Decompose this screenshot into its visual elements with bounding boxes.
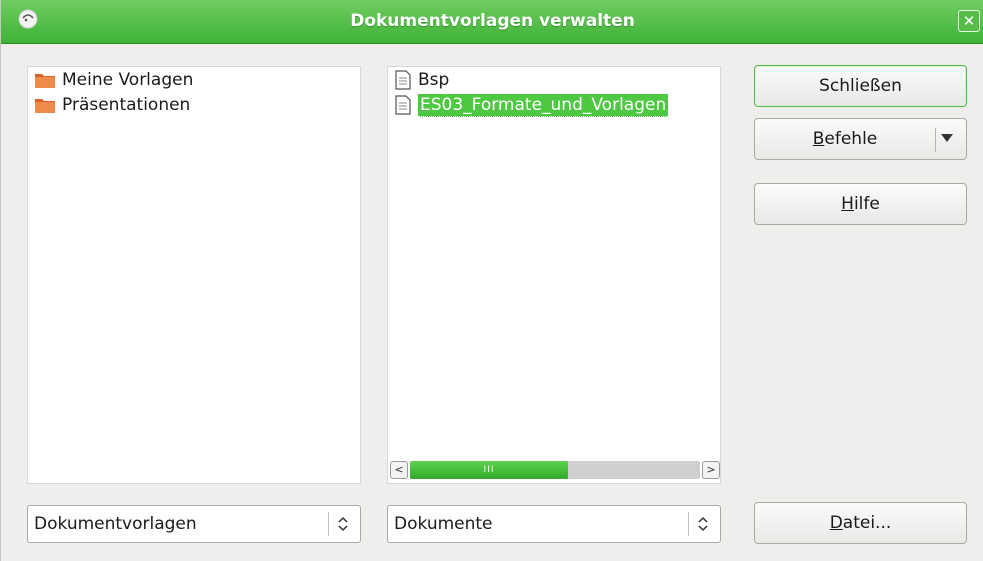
menu-separator [935,128,936,152]
document-icon [395,95,411,115]
file-button[interactable]: Datei... [754,502,967,544]
folder-icon [35,99,55,113]
list-item-label: ES03_Formate_und_Vorlagen [418,93,669,117]
region-type-select[interactable]: Dokumentvorlagen [27,505,361,543]
close-button[interactable]: Schließen [754,65,967,107]
combo-separator [688,512,689,536]
up-down-arrows-icon[interactable] [695,512,711,536]
combo-separator [328,512,329,536]
scroll-left-icon[interactable]: < [390,461,408,479]
commands-button-label: Befehle [812,129,878,149]
close-button-label: Schließen [819,76,902,96]
help-button[interactable]: Hilfe [754,183,967,225]
dialog-window: Dokumentvorlagen verwalten ✕ Meine Vorla… [0,0,983,561]
close-icon[interactable]: ✕ [958,10,980,32]
list-item[interactable]: Meine Vorlagen [34,69,193,91]
file-button-label: Datei... [829,513,892,533]
region-type-value: Dokumentvorlagen [34,514,197,534]
title-bar[interactable]: Dokumentvorlagen verwalten ✕ [1,0,983,44]
list-item-label: Meine Vorlagen [62,70,194,90]
list-item[interactable]: Präsentationen [34,94,190,116]
list-item-selected[interactable]: ES03_Formate_und_Vorlagen [394,93,669,117]
list-item-label: Präsentationen [62,95,191,115]
templates-list[interactable]: Bsp ES03_Formate_und_Vorlagen < III > [387,66,721,484]
list-item[interactable]: Bsp [394,69,449,91]
folder-icon [35,74,55,88]
template-regions-list[interactable]: Meine Vorlagen Präsentationen [27,66,361,484]
document-icon [395,70,411,90]
horizontal-scrollbar[interactable]: < III > [388,459,720,483]
commands-menu-button[interactable]: Befehle [754,118,967,160]
window-title: Dokumentvorlagen verwalten [350,11,635,31]
up-down-arrows-icon[interactable] [335,512,351,536]
scroll-right-icon[interactable]: > [702,461,720,479]
chevron-down-icon[interactable] [941,134,953,142]
help-button-label: Hilfe [841,194,880,214]
list-item-label: Bsp [418,70,450,90]
scroll-thumb[interactable]: III [410,461,568,479]
template-type-select[interactable]: Dokumente [387,505,721,543]
template-type-value: Dokumente [394,514,493,534]
scroll-track[interactable]: III [410,461,700,479]
